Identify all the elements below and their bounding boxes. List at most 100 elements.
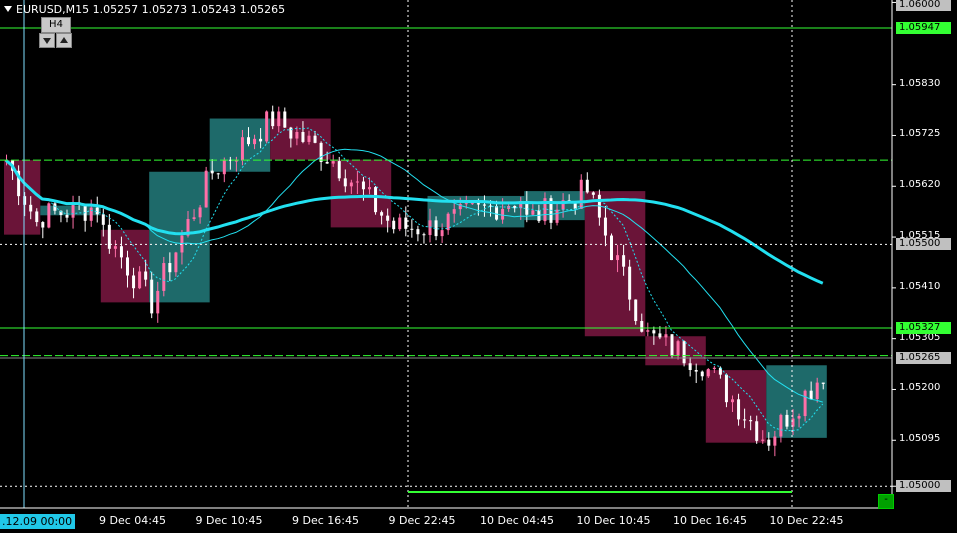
candle-body: [380, 212, 384, 216]
candle-body: [640, 321, 644, 332]
candle-body: [301, 131, 305, 142]
candle-body: [368, 187, 371, 190]
candle-body: [410, 228, 414, 230]
price-chart[interactable]: [0, 0, 957, 533]
candle-body: [234, 160, 238, 162]
candle-body: [65, 214, 69, 218]
chart-window[interactable]: EURUSD,M15 1.05257 1.05273 1.05243 1.052…: [0, 0, 957, 533]
candle-body: [204, 170, 208, 208]
candle-body: [622, 255, 626, 267]
price-marker-level: 1.05947: [896, 22, 951, 35]
candle-body: [531, 210, 535, 215]
candle-body: [95, 207, 99, 215]
candle-body: [386, 215, 390, 221]
candle-body: [712, 367, 716, 370]
candle-body: [743, 419, 747, 421]
time-tick-label: 9 Dec 22:45: [388, 514, 456, 527]
price-tick-label: 1.05830: [899, 77, 941, 89]
scale-fix-button[interactable]: -: [878, 494, 894, 509]
candle-body: [392, 220, 396, 230]
candle-body: [585, 179, 589, 193]
candle-body: [138, 271, 142, 289]
candle-body: [749, 420, 753, 422]
candle-body: [422, 234, 426, 236]
candle-body: [634, 299, 638, 322]
candle-body: [555, 209, 559, 223]
candle-body: [652, 330, 656, 334]
candle-body: [361, 181, 365, 190]
price-marker-level: 1.05000: [896, 480, 951, 493]
candle-body: [126, 257, 129, 276]
candle-body: [41, 222, 45, 228]
candle-body: [628, 266, 632, 300]
price-marker-top: 1.06000: [896, 0, 951, 11]
price-tick-label: 1.05725: [899, 128, 941, 140]
candle-body: [821, 382, 825, 384]
price-tick-label: 1.05620: [899, 179, 941, 191]
candle-body: [29, 204, 33, 212]
candle-body: [101, 214, 105, 225]
candle-body: [603, 217, 607, 236]
candle-body: [192, 217, 196, 220]
candle-body: [700, 371, 704, 377]
symbol-quote-text: EURUSD,M15 1.05257 1.05273 1.05243 1.052…: [16, 3, 286, 16]
candle-body: [706, 369, 710, 377]
candle-body: [785, 414, 789, 427]
candle-body: [265, 111, 269, 142]
price-marker-level: 1.05500: [896, 238, 951, 251]
timeframe-switcher: [39, 33, 72, 48]
candle-body: [168, 263, 172, 273]
candle-body: [737, 399, 741, 420]
price-tick-label: 1.05095: [899, 433, 941, 445]
price-tick-label: 1.05200: [899, 382, 941, 394]
candle-body: [476, 203, 480, 205]
candle-body: [797, 416, 801, 419]
candle-body: [307, 135, 311, 142]
candle-body: [259, 138, 263, 142]
candle-body: [803, 390, 807, 417]
candle-body: [331, 161, 335, 164]
candle-body: [156, 290, 160, 314]
candle-body: [325, 161, 329, 164]
candle-body: [670, 334, 674, 356]
candle-body: [773, 436, 777, 446]
candle-body: [482, 204, 486, 206]
candle-body: [731, 399, 734, 403]
price-tick-label: 1.05410: [899, 280, 941, 292]
time-cursor-label: .12.09 00:00: [0, 514, 76, 529]
candle-body: [162, 263, 166, 291]
candle-body: [144, 271, 148, 280]
timeframe-up-icon[interactable]: [56, 33, 72, 48]
candle-body: [210, 170, 214, 174]
candle-body: [616, 255, 620, 261]
candle-body: [404, 217, 408, 229]
candle-body: [755, 421, 759, 441]
candle-body: [501, 208, 505, 220]
candle-body: [682, 341, 686, 364]
candle-body: [724, 374, 728, 403]
candle-body: [688, 363, 692, 370]
candle-body: [343, 178, 347, 187]
candle-body: [271, 111, 275, 127]
candle-body: [222, 159, 226, 175]
time-tick-label: 10 Dec 22:45: [769, 514, 844, 527]
candle-body: [119, 246, 123, 258]
candle-body: [495, 206, 499, 220]
dropdown-arrow-icon[interactable]: [4, 6, 12, 12]
candle-body: [610, 235, 613, 261]
candle-body: [349, 182, 353, 187]
candle-body: [658, 333, 662, 338]
candle-body: [676, 341, 680, 356]
h4-box-0: [4, 160, 41, 235]
timeframe-badge[interactable]: H4: [41, 17, 71, 33]
h4-box-10: [645, 336, 706, 366]
candle-body: [113, 246, 117, 249]
candle-body: [198, 207, 202, 218]
candle-body: [277, 111, 281, 127]
candle-body: [398, 217, 402, 230]
candle-body: [283, 111, 287, 128]
candle-body: [440, 230, 444, 237]
candle-body: [174, 252, 178, 273]
h4-box-4: [209, 118, 271, 172]
timeframe-down-icon[interactable]: [39, 33, 55, 48]
